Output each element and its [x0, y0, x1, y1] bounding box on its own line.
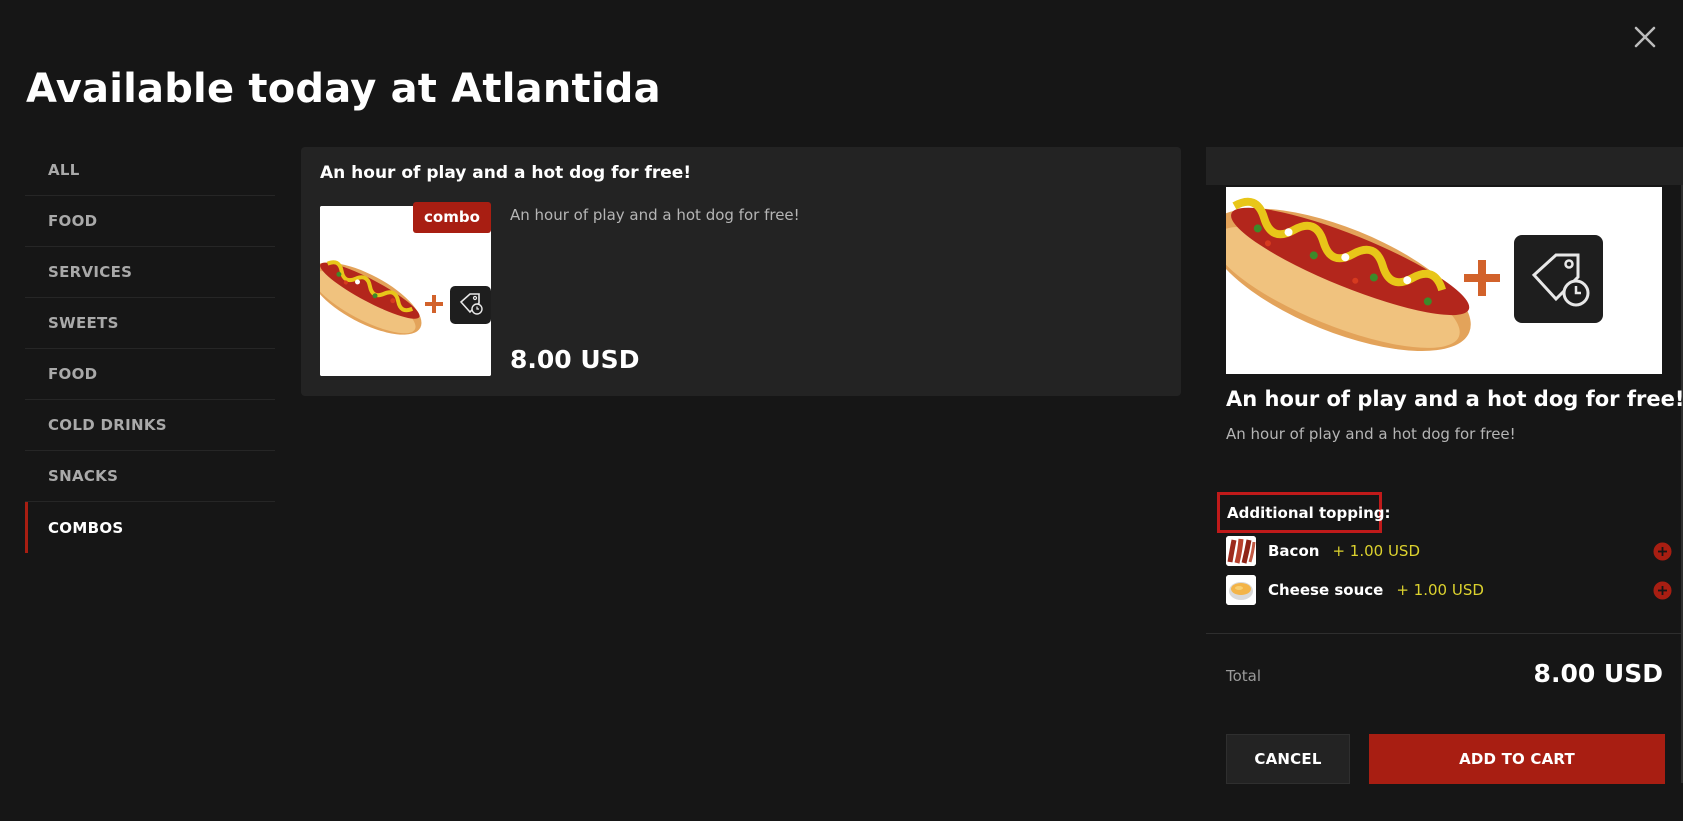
hotdog-combo-large-image: [1226, 187, 1662, 374]
plus-circle-icon: [1653, 542, 1672, 561]
total-label: Total: [1226, 667, 1262, 685]
topping-row-cheese-sauce: Cheese souce + 1.00 USD: [1226, 574, 1682, 606]
product-card-price: 8.00 USD: [510, 345, 640, 374]
topping-price: + 1.00 USD: [1396, 581, 1484, 599]
menu-modal: Available today at Atlantida ALL FOOD SE…: [0, 0, 1683, 821]
detail-panel-header: [1206, 147, 1683, 185]
divider: [1206, 633, 1683, 634]
close-icon: [1634, 26, 1656, 48]
sidebar-item-sweets[interactable]: SWEETS: [25, 298, 275, 349]
close-button[interactable]: [1630, 22, 1660, 52]
sidebar-item-combos[interactable]: COMBOS: [25, 502, 275, 553]
toppings-heading: Additional topping:: [1217, 492, 1391, 533]
cancel-button[interactable]: CANCEL: [1226, 734, 1350, 784]
detail-product-image: [1226, 187, 1662, 374]
sidebar-item-snacks[interactable]: SNACKS: [25, 451, 275, 502]
detail-description: An hour of play and a hot dog for free!: [1226, 425, 1516, 443]
plus-circle-icon: [1653, 581, 1672, 600]
cheese-sauce-icon: [1226, 575, 1256, 605]
topping-name: Bacon: [1268, 542, 1320, 560]
product-card-description: An hour of play and a hot dog for free!: [510, 206, 800, 224]
page-title: Available today at Atlantida: [26, 66, 661, 112]
sidebar-item-services[interactable]: SERVICES: [25, 247, 275, 298]
sidebar-item-cold-drinks[interactable]: COLD DRINKS: [25, 400, 275, 451]
product-card-title: An hour of play and a hot dog for free!: [320, 163, 692, 183]
total-value: 8.00 USD: [1533, 659, 1663, 688]
sidebar-item-food-2[interactable]: FOOD: [25, 349, 275, 400]
sidebar-item-food[interactable]: FOOD: [25, 196, 275, 247]
product-card[interactable]: An hour of play and a hot dog for free!: [301, 147, 1181, 396]
detail-title: An hour of play and a hot dog for free!: [1226, 387, 1683, 411]
topping-row-bacon: Bacon + 1.00 USD: [1226, 535, 1682, 567]
add-to-cart-button[interactable]: ADD TO CART: [1369, 734, 1665, 784]
sidebar-item-all[interactable]: ALL: [25, 145, 275, 196]
topping-price: + 1.00 USD: [1332, 542, 1420, 560]
topping-name: Cheese souce: [1268, 581, 1384, 599]
add-cheese-sauce-button[interactable]: [1653, 581, 1672, 600]
product-detail-panel: An hour of play and a hot dog for free! …: [1206, 147, 1683, 821]
combo-badge: combo: [413, 202, 491, 233]
bacon-icon: [1226, 536, 1256, 566]
add-bacon-button[interactable]: [1653, 542, 1672, 561]
category-sidebar: ALL FOOD SERVICES SWEETS FOOD COLD DRINK…: [25, 145, 275, 553]
